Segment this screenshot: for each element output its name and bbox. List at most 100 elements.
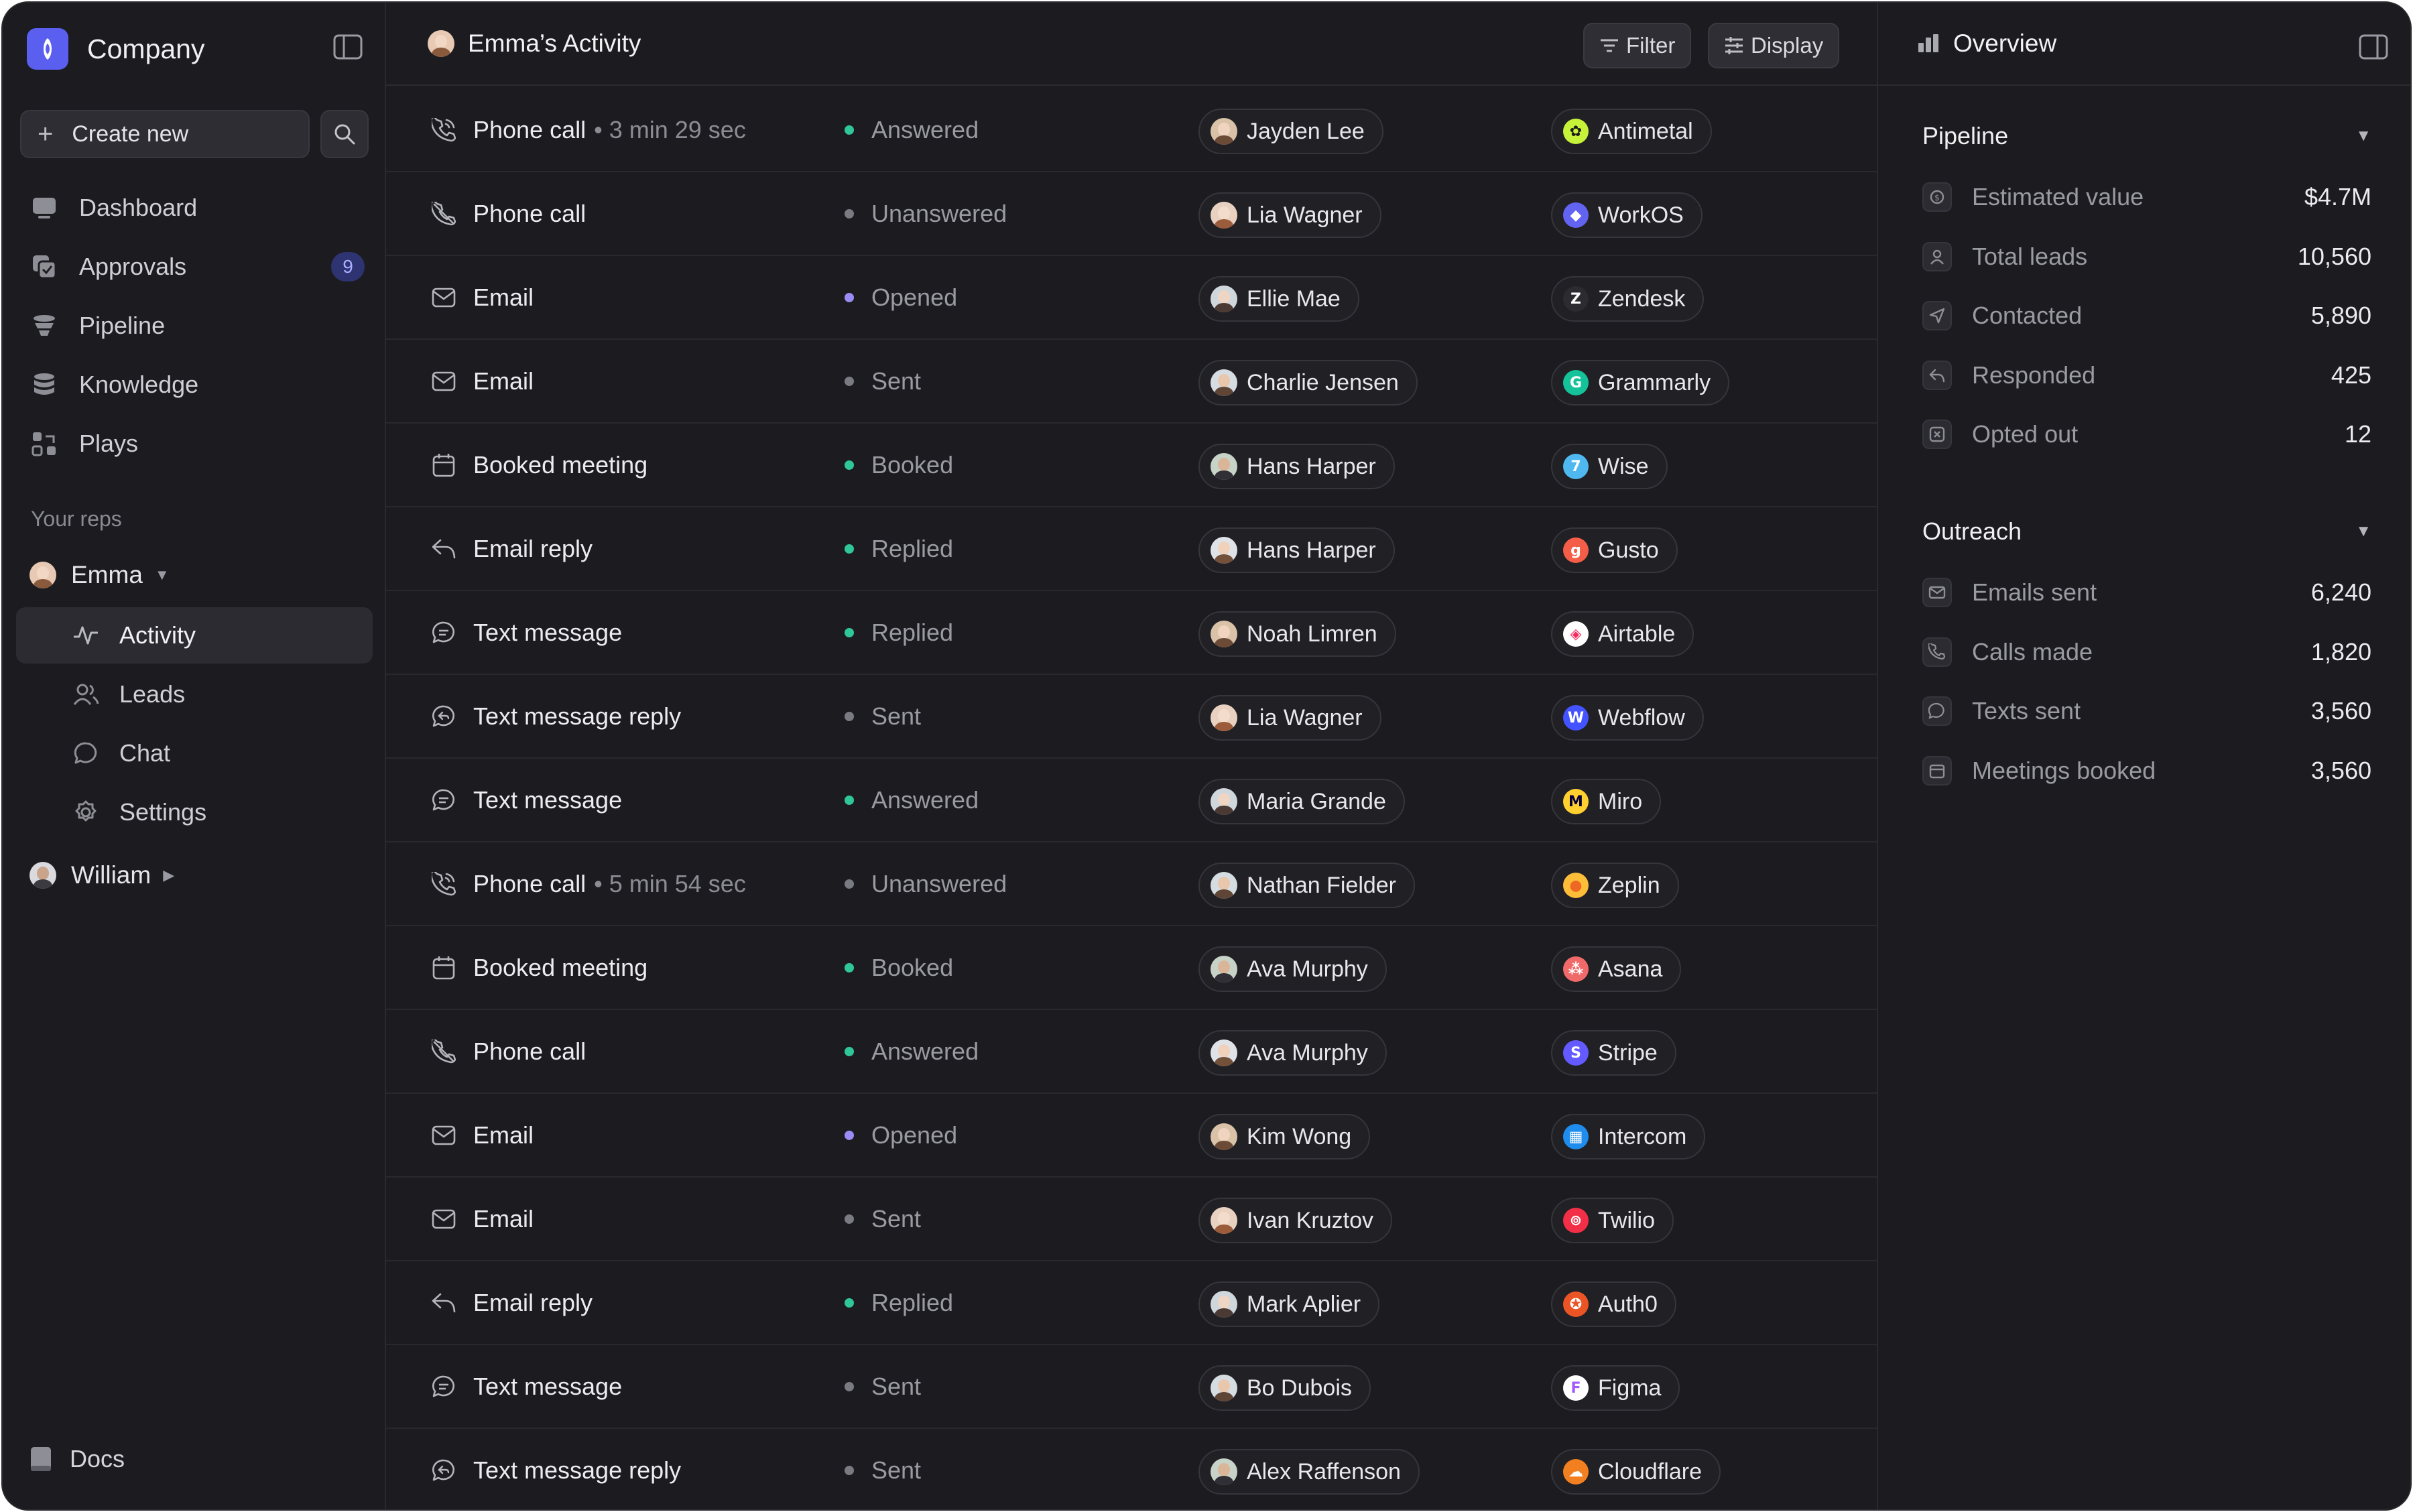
person-chip[interactable]: Ivan Kruztov: [1198, 1198, 1392, 1243]
activity-row[interactable]: Email reply Replied Mark Aplier ✪ Auth0: [386, 1261, 1877, 1345]
activity-row[interactable]: Email reply Replied Hans Harper g Gusto: [386, 507, 1877, 591]
plus-icon: +: [38, 119, 54, 149]
stat-row[interactable]: Responded 425: [1922, 355, 2371, 395]
stat-row[interactable]: $ Estimated value $4.7M: [1922, 177, 2371, 217]
caret-down-icon[interactable]: ▼: [155, 566, 170, 584]
company-chip[interactable]: 7 Wise: [1551, 444, 1668, 489]
create-new-button[interactable]: + Create new: [20, 110, 310, 158]
nav-plays[interactable]: Plays: [29, 422, 365, 465]
company-chip[interactable]: ◆ WorkOS: [1551, 192, 1703, 238]
company-logo-icon: g: [1563, 538, 1589, 563]
company-chip[interactable]: ▦ Intercom: [1551, 1114, 1706, 1159]
person-chip[interactable]: Alex Raffenson: [1198, 1449, 1420, 1495]
activity-row[interactable]: Phone call Answered Ava Murphy S Stripe: [386, 1010, 1877, 1094]
company-chip[interactable]: G Grammarly: [1551, 360, 1730, 405]
pipeline-section-header[interactable]: Pipeline ▼: [1922, 119, 2371, 153]
search-button[interactable]: [320, 110, 369, 158]
rep-item-chat[interactable]: Chat: [16, 725, 373, 781]
stat-row[interactable]: Emails sent 6,240: [1922, 572, 2371, 613]
activity-row[interactable]: Text message reply Sent Lia Wagner W Web…: [386, 675, 1877, 759]
status-label: Replied: [871, 1288, 954, 1316]
activity-status: Sent: [845, 1429, 921, 1509]
company-chip[interactable]: F Figma: [1551, 1365, 1680, 1411]
docs-link[interactable]: Docs: [29, 1445, 125, 1473]
rep-emma[interactable]: Emma ▼: [29, 554, 170, 596]
person-chip[interactable]: Lia Wagner: [1198, 192, 1381, 238]
company-chip[interactable]: ☁ Cloudflare: [1551, 1449, 1721, 1495]
company-logo-icon: ●: [1563, 873, 1589, 898]
person-chip[interactable]: Ava Murphy: [1198, 1030, 1387, 1076]
activity-row[interactable]: Phone call • 5 min 54 sec Unanswered Nat…: [386, 842, 1877, 926]
rep-item-activity[interactable]: Activity: [16, 607, 373, 664]
company-logo-icon: F: [1563, 1375, 1589, 1401]
nav-pipeline[interactable]: Pipeline: [29, 304, 365, 347]
person-chip[interactable]: Kim Wong: [1198, 1114, 1371, 1159]
company-chip[interactable]: ● Zeplin: [1551, 863, 1679, 908]
company-logo-icon: ✪: [1563, 1292, 1589, 1317]
activity-row[interactable]: Booked meeting Booked Hans Harper 7 Wise: [386, 424, 1877, 507]
activity-row[interactable]: Text message reply Sent Alex Raffenson ☁…: [386, 1429, 1877, 1509]
stat-row[interactable]: Meetings booked 3,560: [1922, 751, 2371, 791]
person-chip[interactable]: Jayden Lee: [1198, 109, 1383, 154]
person-chip[interactable]: Charlie Jensen: [1198, 360, 1418, 405]
collapse-panel-icon[interactable]: [2358, 34, 2389, 60]
activity-row[interactable]: Phone call Unanswered Lia Wagner ◆ WorkO…: [386, 172, 1877, 256]
company-chip[interactable]: ⊚ Twilio: [1551, 1198, 1674, 1243]
person-chip[interactable]: Nathan Fielder: [1198, 863, 1416, 908]
reply-icon: [430, 536, 457, 562]
rep-william[interactable]: William ▶: [29, 854, 174, 897]
activity-type-label: Email: [473, 1121, 534, 1149]
nav-approvals[interactable]: Approvals 9: [29, 245, 365, 288]
stat-row[interactable]: Contacted 5,890: [1922, 296, 2371, 336]
rep-item-leads[interactable]: Leads: [16, 666, 373, 722]
nav-label: Plays: [79, 430, 139, 457]
company-chip[interactable]: ◈ Airtable: [1551, 611, 1694, 657]
company-chip[interactable]: ⁂ Asana: [1551, 946, 1682, 992]
stat-row[interactable]: Calls made 1,820: [1922, 632, 2371, 672]
activity-row[interactable]: Email Opened Ellie Mae Z Zendesk: [386, 256, 1877, 340]
person-chip[interactable]: Hans Harper: [1198, 444, 1395, 489]
activity-row[interactable]: Email Sent Ivan Kruztov ⊚ Twilio: [386, 1178, 1877, 1261]
person-chip[interactable]: Bo Dubois: [1198, 1365, 1371, 1411]
person-chip[interactable]: Lia Wagner: [1198, 695, 1381, 741]
caret-right-icon[interactable]: ▶: [163, 867, 174, 884]
company-chip[interactable]: M Miro: [1551, 779, 1662, 824]
person-chip[interactable]: Ava Murphy: [1198, 946, 1387, 992]
brand[interactable]: Company: [27, 28, 204, 70]
activity-row[interactable]: Text message Answered Maria Grande M Mir…: [386, 759, 1877, 842]
activity-row[interactable]: Text message Replied Noah Limren ◈ Airta…: [386, 591, 1877, 675]
activity-row[interactable]: Phone call • 3 min 29 sec Answered Jayde…: [386, 88, 1877, 172]
company-logo-icon: ⊚: [1563, 1208, 1589, 1233]
stat-row[interactable]: Total leads 10,560: [1922, 237, 2371, 277]
company-chip[interactable]: ✿ Antimetal: [1551, 109, 1712, 154]
status-dot: [845, 627, 854, 637]
activity-row[interactable]: Booked meeting Booked Ava Murphy ⁂ Asana: [386, 926, 1877, 1010]
nav-dashboard[interactable]: Dashboard: [29, 186, 365, 229]
rep-item-settings[interactable]: Settings: [16, 784, 373, 840]
person-chip[interactable]: Mark Aplier: [1198, 1281, 1380, 1327]
person-name: Ava Murphy: [1247, 956, 1368, 982]
company-chip[interactable]: Z Zendesk: [1551, 276, 1705, 322]
company-chip[interactable]: ✪ Auth0: [1551, 1281, 1676, 1327]
company-chip[interactable]: W Webflow: [1551, 695, 1704, 741]
activity-row[interactable]: Text message Sent Bo Dubois F Figma: [386, 1345, 1877, 1429]
company-chip[interactable]: g Gusto: [1551, 527, 1678, 573]
person-chip[interactable]: Hans Harper: [1198, 527, 1395, 573]
stat-row[interactable]: Opted out 12: [1922, 414, 2371, 454]
outreach-section-header[interactable]: Outreach ▼: [1922, 515, 2371, 548]
person-chip[interactable]: Noah Limren: [1198, 611, 1396, 657]
activity-status: Replied: [845, 1261, 953, 1344]
company-chip[interactable]: S Stripe: [1551, 1030, 1676, 1076]
nav-knowledge[interactable]: Knowledge: [29, 363, 365, 406]
filter-button[interactable]: Filter: [1583, 23, 1692, 68]
person-chip[interactable]: Ellie Mae: [1198, 276, 1359, 322]
activity-row[interactable]: Email Sent Charlie Jensen G Grammarly: [386, 340, 1877, 424]
activity-type: Phone call • 5 min 54 sec: [430, 842, 746, 925]
reps-section-label: Your reps: [31, 507, 122, 531]
activity-type-label: Email: [473, 283, 534, 311]
activity-row[interactable]: Email Opened Kim Wong ▦ Intercom: [386, 1094, 1877, 1178]
stat-row[interactable]: Texts sent 3,560: [1922, 691, 2371, 731]
display-button[interactable]: Display: [1708, 23, 1840, 68]
person-chip[interactable]: Maria Grande: [1198, 779, 1405, 824]
collapse-sidebar-icon[interactable]: [332, 34, 363, 60]
